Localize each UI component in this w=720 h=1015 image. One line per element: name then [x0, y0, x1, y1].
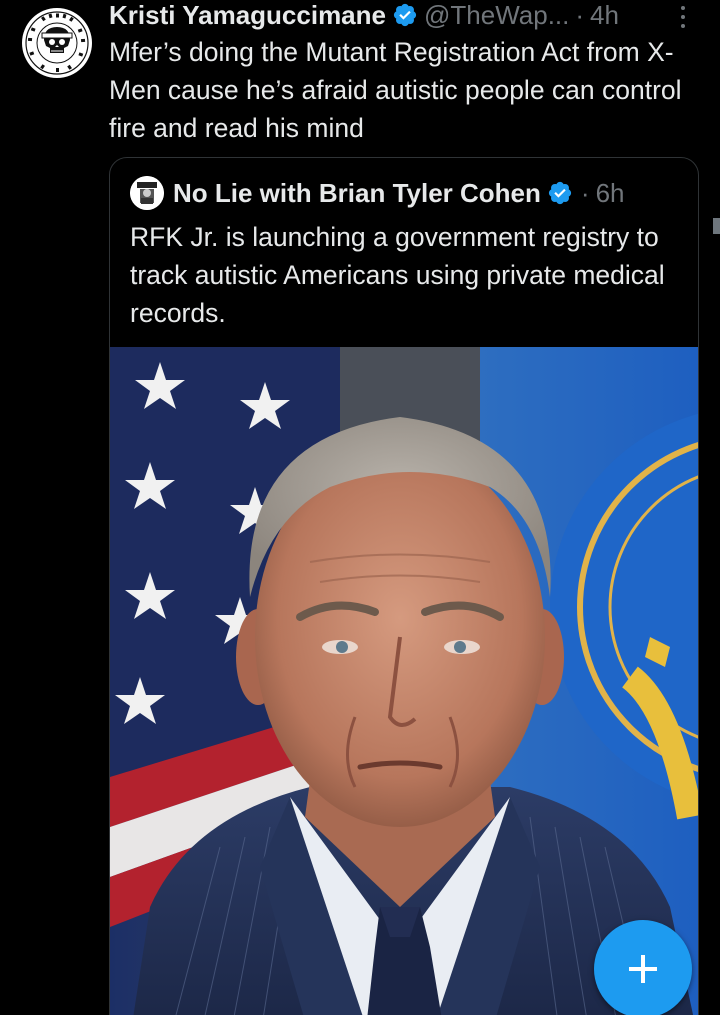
tweet[interactable]: Kristi Yamaguccimane @TheWap... · 4h Mfe…	[0, 0, 720, 1015]
quote-verified-badge-icon	[547, 180, 573, 206]
scrollbar-thumb[interactable]	[713, 218, 720, 234]
author-display-name[interactable]: Kristi Yamaguccimane	[109, 0, 386, 31]
quote-author-avatar[interactable]	[130, 176, 164, 210]
portrait-photo	[110, 347, 698, 1015]
quote-header: No Lie with Brian Tyler Cohen · 6h	[130, 176, 624, 210]
quote-timestamp[interactable]: 6h	[596, 178, 625, 209]
tweet-header: Kristi Yamaguccimane @TheWap... · 4h	[109, 0, 619, 30]
quote-author-display-name[interactable]: No Lie with Brian Tyler Cohen	[173, 178, 541, 209]
author-handle[interactable]: @TheWap...	[424, 0, 569, 31]
separator-dot: ·	[575, 0, 585, 30]
more-vertical-icon[interactable]	[675, 4, 691, 30]
no-lie-logo-icon	[130, 176, 164, 210]
author-avatar[interactable]	[22, 8, 92, 78]
quote-text: RFK Jr. is launching a government regist…	[130, 222, 665, 328]
verified-badge-icon	[392, 2, 418, 28]
quoted-tweet[interactable]: No Lie with Brian Tyler Cohen · 6h RFK J…	[109, 157, 699, 1015]
tweet-text: Mfer’s doing the Mutant Registration Act…	[109, 37, 682, 143]
quote-media-photo[interactable]	[110, 347, 698, 1015]
compose-plus-icon	[629, 955, 657, 983]
quote-separator-dot: ·	[580, 177, 590, 208]
skull-badge-icon	[23, 9, 91, 77]
tweet-timestamp[interactable]: 4h	[590, 0, 619, 31]
compose-fab-button[interactable]	[594, 920, 692, 1015]
